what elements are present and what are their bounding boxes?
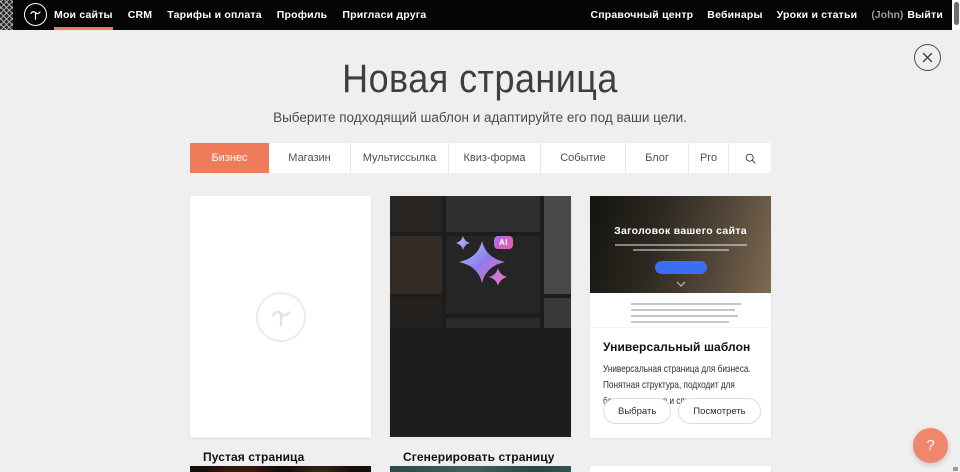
secondary-menu: Справочный центр Вебинары Уроки и статьи… (590, 0, 943, 30)
ai-generate-preview[interactable]: AI (390, 196, 571, 438)
preview-text-line (631, 321, 729, 323)
template-card-ai-generate: AI Сгенерировать страницу Создать страни… (390, 196, 571, 438)
scrollbar-track[interactable] (952, 0, 960, 30)
card-actions: Выбрать Посмотреть (603, 398, 761, 424)
page-title: Новая страница (48, 57, 912, 102)
card-title: Универсальный шаблон (603, 340, 758, 354)
select-universal-button[interactable]: Выбрать (603, 398, 671, 424)
preview-cta-button (655, 261, 707, 274)
preview-universal-button[interactable]: Посмотреть (678, 398, 760, 424)
chevron-down-icon (676, 281, 686, 287)
logout-link[interactable]: Выйти (907, 0, 943, 30)
nav-item-lessons[interactable]: Уроки и статьи (777, 0, 858, 30)
ai-badge: AI (494, 236, 513, 249)
tilda-logo-icon (27, 6, 44, 23)
close-icon (922, 52, 933, 63)
window-edge-pattern (0, 0, 13, 30)
screen: Мои сайты CRM Тарифы и оплата Профиль Пр… (0, 0, 960, 472)
preview-text-line (633, 249, 729, 251)
nav-item-invite-friend[interactable]: Пригласи друга (342, 0, 426, 30)
universal-template-preview[interactable]: Заголовок вашего сайта (590, 196, 771, 328)
nav-item-my-sites[interactable]: Мои сайты (54, 0, 113, 30)
user-session: (John) Выйти (871, 0, 943, 30)
template-card-partial-3[interactable] (590, 466, 771, 472)
nav-item-crm[interactable]: CRM (128, 0, 153, 30)
tab-search[interactable] (729, 143, 771, 173)
ai-sparkle-icon (390, 196, 571, 328)
template-card-blank-page: Пустая страница Начать с чистого листа. … (190, 196, 371, 438)
help-button[interactable]: ? (913, 428, 948, 463)
tab-multilink[interactable]: Мультиссылка (351, 143, 449, 173)
template-card-partial-2[interactable] (390, 466, 571, 472)
user-name: (John) (871, 9, 903, 21)
tab-quiz-form[interactable]: Квиз-форма (449, 143, 541, 173)
nav-item-tariffs[interactable]: Тарифы и оплата (167, 0, 262, 30)
nav-item-profile[interactable]: Профиль (277, 0, 328, 30)
preview-paragraph (590, 293, 771, 328)
preview-hero: Заголовок вашего сайта (590, 196, 771, 293)
main-menu: Мои сайты CRM Тарифы и оплата Профиль Пр… (54, 0, 426, 30)
tilda-watermark-icon (256, 292, 306, 342)
template-card-universal: Заголовок вашего сайта Универсальный шаб… (590, 196, 771, 438)
scrollbar-thumb[interactable] (954, 2, 959, 25)
close-dialog-button[interactable] (914, 44, 941, 71)
template-category-tabs: Бизнес Магазин Мультиссылка Квиз-форма С… (190, 143, 771, 173)
page-subtitle: Выберите подходящий шаблон и адаптируйте… (0, 110, 960, 125)
template-card-partial-1[interactable] (190, 466, 371, 472)
card-title: Пустая страница (203, 450, 358, 464)
card-body: Универсальный шаблон Универсальная стран… (590, 328, 771, 437)
top-navbar: Мои сайты CRM Тарифы и оплата Профиль Пр… (0, 0, 960, 30)
preview-text-line (631, 303, 741, 305)
tab-event[interactable]: Событие (541, 143, 626, 173)
scrollbar-bottom-mark (953, 467, 958, 471)
tab-store[interactable]: Магазин (269, 143, 351, 173)
nav-item-help-center[interactable]: Справочный центр (590, 0, 693, 30)
tab-business[interactable]: Бизнес (190, 143, 269, 173)
preview-text-line (615, 244, 747, 246)
tilda-logo[interactable] (24, 3, 47, 26)
tab-blog[interactable]: Блог (626, 143, 689, 173)
nav-item-webinars[interactable]: Вебинары (707, 0, 762, 30)
blank-page-preview[interactable] (190, 196, 371, 438)
preview-text-line (631, 315, 738, 317)
preview-heading: Заголовок вашего сайта (590, 225, 771, 237)
card-title: Сгенерировать страницу (403, 450, 558, 464)
search-icon (744, 152, 757, 165)
preview-text-line (631, 309, 735, 311)
tab-pro[interactable]: Pro (689, 143, 729, 173)
